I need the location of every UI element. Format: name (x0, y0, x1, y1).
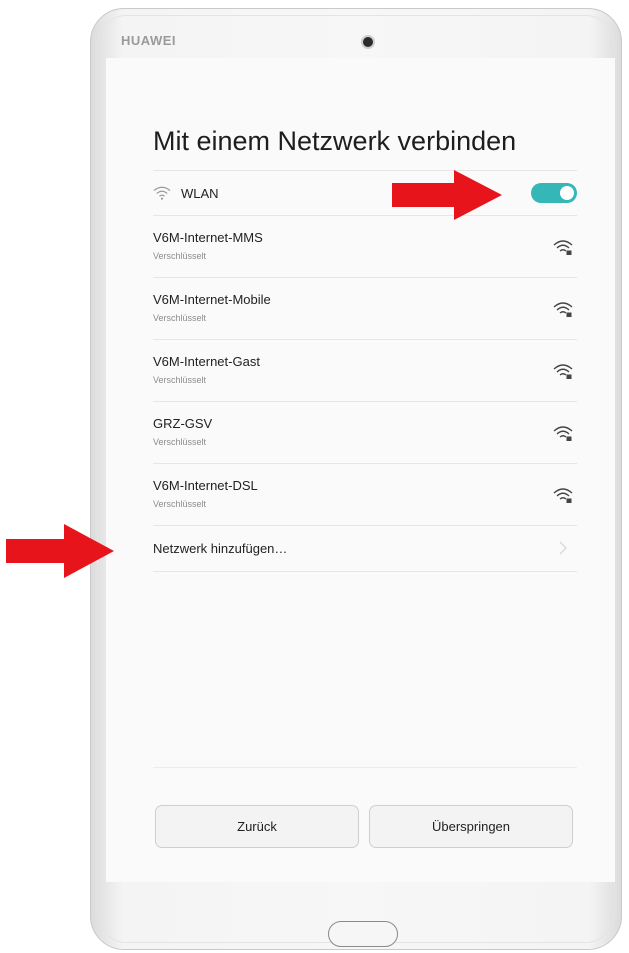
network-name: V6M-Internet-Mobile (153, 292, 271, 307)
front-camera (363, 37, 373, 47)
network-list-item[interactable]: V6M-Internet-Mobile Verschlüsselt (153, 278, 577, 340)
add-network-label: Netzwerk hinzufügen… (153, 541, 288, 556)
wlan-switch-knob (560, 186, 574, 200)
network-list-item[interactable]: V6M-Internet-MMS Verschlüsselt (153, 216, 577, 278)
wlan-label: WLAN (181, 186, 219, 201)
network-security-status: Verschlüsselt (153, 499, 207, 509)
network-security-status: Verschlüsselt (153, 437, 207, 447)
network-name: V6M-Internet-Gast (153, 354, 260, 369)
wifi-signal-locked-icon (553, 488, 573, 503)
wifi-signal-locked-icon (553, 240, 573, 255)
skip-button[interactable]: Überspringen (369, 805, 573, 848)
network-name: V6M-Internet-MMS (153, 230, 263, 245)
network-security-status: Verschlüsselt (153, 375, 207, 385)
wifi-signal-locked-icon (553, 426, 573, 441)
network-list-item[interactable]: GRZ-GSV Verschlüsselt (153, 402, 577, 464)
setup-screen: Mit einem Netzwerk verbinden WLAN V6M-In… (106, 58, 615, 882)
wifi-icon (153, 186, 171, 200)
wlan-switch[interactable] (531, 183, 577, 203)
home-button[interactable] (328, 921, 398, 947)
back-button[interactable]: Zurück (155, 805, 359, 848)
chevron-right-icon (559, 541, 567, 555)
wifi-signal-locked-icon (553, 302, 573, 317)
network-name: V6M-Internet-DSL (153, 478, 258, 493)
wlan-toggle-row[interactable]: WLAN (153, 170, 577, 216)
red-arrow-right-icon (392, 170, 502, 220)
brand-logo: HUAWEI (121, 33, 176, 48)
wifi-signal-locked-icon (553, 364, 573, 379)
network-security-status: Verschlüsselt (153, 313, 207, 323)
network-list-item[interactable]: V6M-Internet-Gast Verschlüsselt (153, 340, 577, 402)
network-name: GRZ-GSV (153, 416, 213, 431)
network-security-status: Verschlüsselt (153, 251, 207, 261)
network-list-item[interactable]: V6M-Internet-DSL Verschlüsselt (153, 464, 577, 526)
page-title: Mit einem Netzwerk verbinden (153, 126, 517, 156)
red-arrow-right-icon (6, 524, 114, 578)
add-network-row[interactable]: Netzwerk hinzufügen… (153, 526, 577, 572)
bottom-divider (153, 767, 577, 768)
